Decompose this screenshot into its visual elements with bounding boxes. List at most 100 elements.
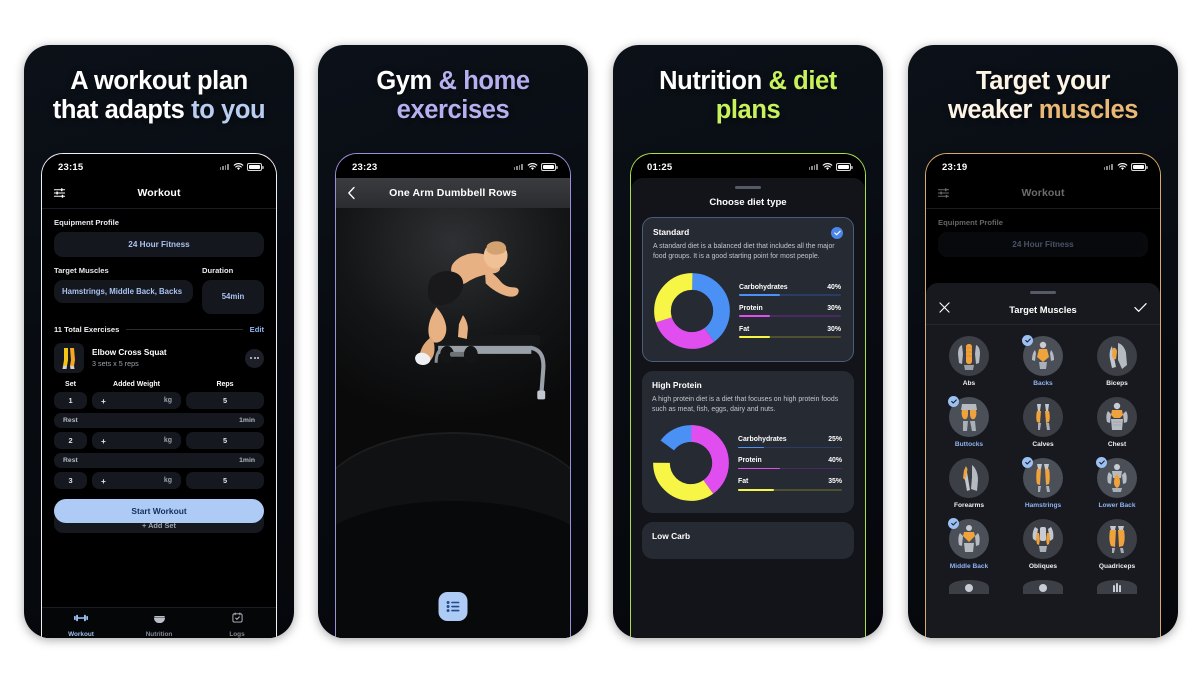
modal-title: Target Muscles xyxy=(1009,303,1077,315)
exercise-item[interactable]: Elbow Cross Squat 3 sets x 5 reps xyxy=(42,340,276,381)
selected-check-icon xyxy=(1096,457,1107,468)
muscle-item-abs[interactable]: Abs xyxy=(932,336,1006,387)
muscle-item-lower-back[interactable]: Lower Back xyxy=(1080,457,1154,509)
exercise-title: One Arm Dumbbell Rows xyxy=(389,187,517,199)
dumbbell-icon xyxy=(74,610,88,628)
added-weight-input[interactable]: + kg xyxy=(92,432,181,449)
exercise-sets-reps: 3 sets x 5 reps xyxy=(92,359,139,368)
calendar-check-icon xyxy=(231,610,243,628)
macro-label: Protein xyxy=(738,457,762,465)
macro-label: Fat xyxy=(739,325,750,333)
muscle-label: Middle Back xyxy=(949,563,989,570)
muscle-label: Hamstrings xyxy=(1024,502,1062,509)
status-time: 23:19 xyxy=(942,161,968,173)
rest-row[interactable]: Rest 1min xyxy=(54,413,264,428)
macro-value: 35% xyxy=(828,478,842,486)
selected-check-icon xyxy=(1022,335,1033,346)
duration-value[interactable]: 54min xyxy=(202,280,264,314)
muscle-item-obliques[interactable]: Obliques xyxy=(1006,519,1080,570)
phone-mock-4: 23:19 Workout Equipment Profile 24 Hour … xyxy=(925,153,1161,638)
set-row: 1 + kg 5 xyxy=(42,392,276,413)
tab-nutrition[interactable]: Nutrition xyxy=(120,608,198,638)
chevron-left-icon[interactable] xyxy=(347,186,356,200)
muscle-icon-partial xyxy=(949,580,989,594)
equipment-profile-value[interactable]: 24 Hour Fitness xyxy=(54,232,264,257)
macro-carbs: Carbohydrates 25% xyxy=(738,436,842,449)
promo-card-gym-home: Gym & home exercises 23:23 One Arm Dumbb… xyxy=(318,45,588,638)
tab-logs[interactable]: Logs xyxy=(198,608,276,638)
exercise-list-button[interactable] xyxy=(438,592,468,621)
diet-option-high-protein[interactable]: High Protein A high protein diet is a di… xyxy=(642,370,854,514)
muscle-item-middle-back[interactable]: Middle Back xyxy=(932,518,1006,570)
set-number: 2 xyxy=(54,432,87,449)
muscle-item-buttocks[interactable]: Buttocks xyxy=(932,396,1006,448)
promo-card-nutrition: Nutrition & diet plans 01:25 Choose diet… xyxy=(613,45,883,638)
added-weight-input[interactable]: + kg xyxy=(92,472,181,489)
edit-button[interactable]: Edit xyxy=(250,325,264,334)
muscle-item-backs[interactable]: Backs xyxy=(1006,335,1080,387)
headline-4: Target your weaker muscles xyxy=(947,67,1139,124)
phone-mock-3: 01:25 Choose diet type Standard A standa… xyxy=(630,153,866,638)
nav-bar-2: One Arm Dumbbell Rows xyxy=(336,178,570,208)
col-header-weight: Added Weight xyxy=(113,381,160,388)
muscle-label: Forearms xyxy=(953,502,985,509)
reps-input[interactable]: 5 xyxy=(186,472,264,489)
exercise-3d-stage[interactable] xyxy=(336,208,570,638)
total-exercises-count: 11 Total Exercises xyxy=(54,325,120,334)
muscle-label: Biceps xyxy=(1106,380,1128,387)
modal-header: Target Muscles xyxy=(926,294,1160,324)
tab-nutrition-label: Nutrition xyxy=(145,631,173,638)
muscle-item-biceps[interactable]: Biceps xyxy=(1080,336,1154,387)
status-bar-4: 23:19 xyxy=(926,154,1160,178)
tab-bar: Workout Nutrition Logs xyxy=(42,607,276,638)
diet-sheet: Choose diet type Standard A standard die… xyxy=(631,178,865,638)
target-muscles-screen: Equipment Profile 24 Hour Fitness Target… xyxy=(926,209,1160,638)
muscle-item-forearms[interactable]: Forearms xyxy=(932,458,1006,509)
diet-option-standard[interactable]: Standard A standard diet is a balanced d… xyxy=(642,217,854,362)
muscle-item-hamstrings[interactable]: Hamstrings xyxy=(1006,457,1080,509)
macro-protein: Protein 40% xyxy=(738,457,842,470)
muscle-item-quadriceps[interactable]: Quadriceps xyxy=(1080,519,1154,570)
tab-workout[interactable]: Workout xyxy=(42,608,120,638)
target-muscles-modal: Target Muscles Abs Backs Biceps Buttocks… xyxy=(926,283,1160,638)
start-workout-button[interactable]: Start Workout xyxy=(54,499,264,523)
macro-value: 40% xyxy=(827,283,841,291)
diet-option-low-carb[interactable]: Low Carb xyxy=(642,522,854,560)
macro-value: 40% xyxy=(828,457,842,465)
muscle-item-partial[interactable] xyxy=(1080,580,1154,594)
ellipsis-icon[interactable] xyxy=(245,348,264,368)
macro-label: Carbohydrates xyxy=(738,436,787,444)
diet-name: High Protein xyxy=(652,379,702,390)
target-muscles-value[interactable]: Hamstrings, Middle Back, Backs xyxy=(54,280,193,304)
muscle-label: Abs xyxy=(962,380,976,387)
reps-input[interactable]: 5 xyxy=(186,432,264,449)
set-number: 1 xyxy=(54,392,87,409)
tab-workout-label: Workout xyxy=(68,631,94,638)
macro-label: Protein xyxy=(739,304,763,312)
muscle-item-chest[interactable]: Chest xyxy=(1080,397,1154,448)
weight-unit: kg xyxy=(163,437,172,444)
macro-value: 30% xyxy=(827,325,841,333)
tab-logs-label: Logs xyxy=(229,631,245,638)
added-weight-input[interactable]: + kg xyxy=(92,392,181,409)
lower-back-icon xyxy=(1096,457,1137,498)
nav-bar-4: Workout xyxy=(926,178,1160,208)
muscle-item-partial[interactable] xyxy=(1006,580,1080,594)
phone-mock-1: 23:15 Workout Equipment Profile 24 Hour … xyxy=(41,153,277,638)
diet-description: A high protein diet is a diet that focus… xyxy=(652,395,839,414)
muscle-item-calves[interactable]: Calves xyxy=(1006,397,1080,448)
sliders-icon[interactable] xyxy=(937,187,950,200)
rest-label: Rest xyxy=(63,417,78,424)
reps-input[interactable]: 5 xyxy=(186,392,264,409)
equipment-profile-label: Equipment Profile xyxy=(938,218,1003,227)
muscle-icon-partial xyxy=(1097,580,1137,594)
macro-chart-high-protein: Carbohydrates 25% Protein 40% Fat 35% xyxy=(652,424,844,502)
macro-fat: Fat 35% xyxy=(738,478,842,491)
status-time: 23:23 xyxy=(352,161,378,173)
macro-carbs: Carbohydrates 40% xyxy=(739,284,841,296)
sliders-icon[interactable] xyxy=(53,187,66,200)
check-icon xyxy=(831,227,843,239)
battery-icon xyxy=(541,163,558,171)
rest-row[interactable]: Rest 1min xyxy=(54,453,264,468)
muscle-item-partial[interactable] xyxy=(932,580,1006,594)
